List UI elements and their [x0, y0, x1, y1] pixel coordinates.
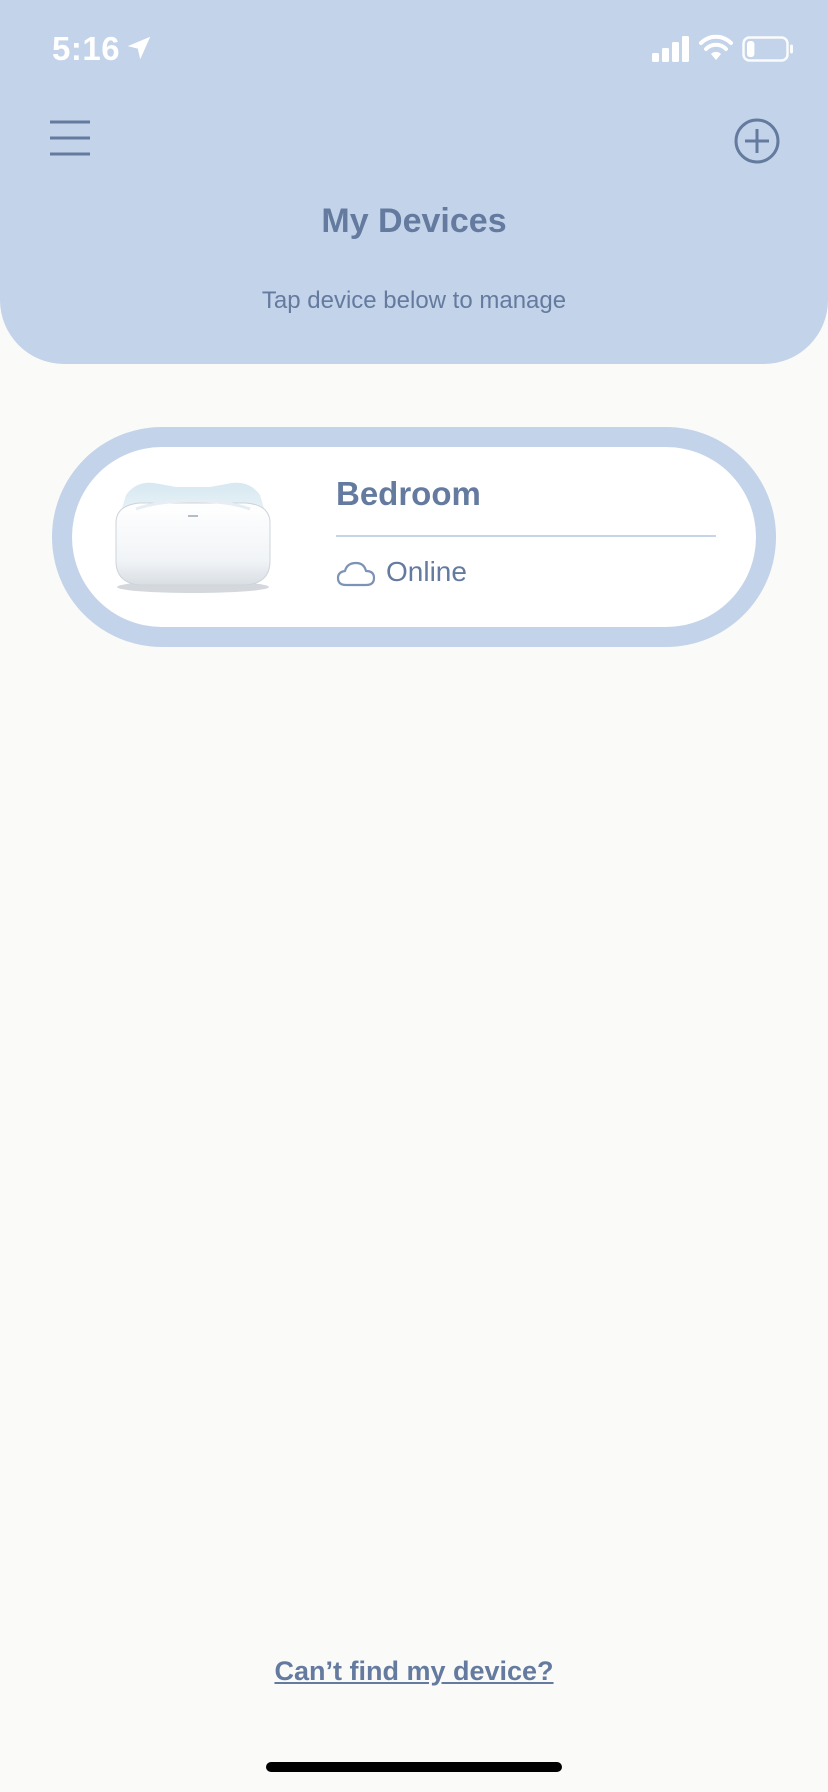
- device-card-bedroom[interactable]: Bedroom Online: [52, 427, 776, 647]
- status-time: 5:16: [52, 30, 121, 67]
- menu-button[interactable]: [46, 116, 94, 164]
- wifi-icon: [699, 34, 733, 60]
- home-indicator[interactable]: [266, 1762, 562, 1772]
- device-card-content: Bedroom Online: [72, 447, 756, 627]
- device-divider: [336, 535, 716, 537]
- cant-find-device-link[interactable]: Can’t find my device?: [0, 1656, 828, 1687]
- add-device-button[interactable]: [732, 116, 782, 166]
- device-status: Online: [386, 556, 467, 587]
- page-subtitle: Tap device below to manage: [261, 287, 567, 314]
- device-name: Bedroom: [336, 475, 481, 512]
- battery-icon: [742, 36, 793, 62]
- location-arrow-icon: [127, 36, 151, 60]
- header: 5:16 My Devices Tap device below to mana…: [0, 0, 828, 364]
- cloud-icon: [336, 561, 376, 587]
- cellular-signal-icon: [652, 36, 689, 62]
- page-title: My Devices: [321, 202, 507, 240]
- router-device-image: [115, 482, 271, 593]
